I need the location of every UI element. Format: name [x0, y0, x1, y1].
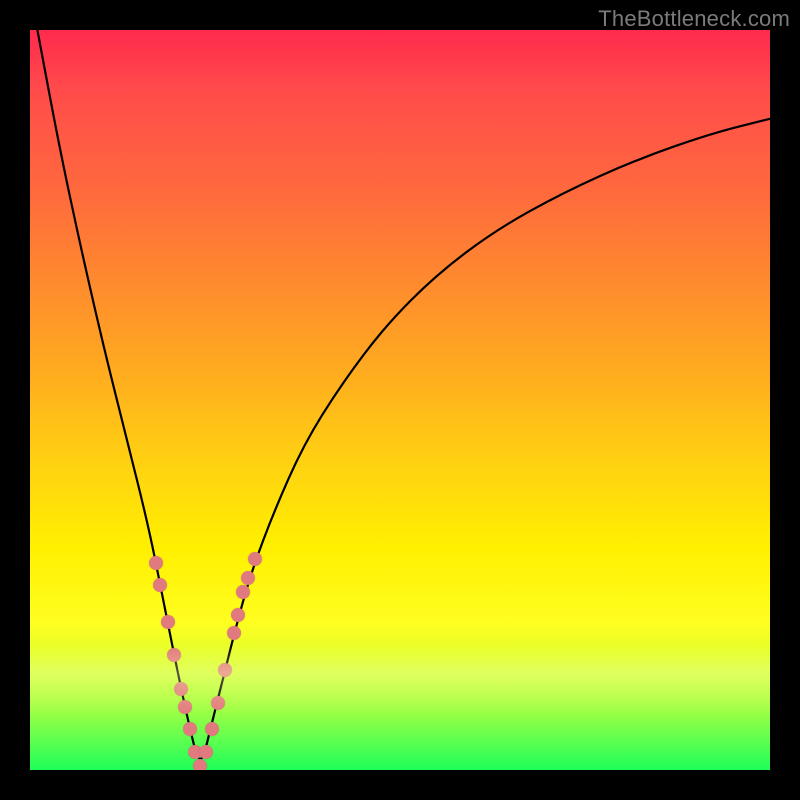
- marker-dot: [167, 648, 181, 662]
- marker-dot: [218, 663, 232, 677]
- watermark-text: TheBottleneck.com: [598, 6, 790, 32]
- marker-dot: [188, 745, 202, 759]
- marker-dot: [248, 552, 262, 566]
- marker-dot: [153, 578, 167, 592]
- marker-dot: [193, 759, 207, 770]
- curve-svg: [30, 30, 770, 770]
- bottleneck-curve: [37, 30, 770, 759]
- marker-dot: [149, 556, 163, 570]
- marker-dot: [236, 585, 250, 599]
- marker-dot: [241, 571, 255, 585]
- marker-dot: [161, 615, 175, 629]
- plot-area: [30, 30, 770, 770]
- chart-frame: TheBottleneck.com: [0, 0, 800, 800]
- marker-dot: [183, 722, 197, 736]
- marker-dot: [227, 626, 241, 640]
- marker-dot: [174, 682, 188, 696]
- marker-dot: [231, 608, 245, 622]
- marker-dot: [199, 745, 213, 759]
- marker-dot: [178, 700, 192, 714]
- marker-dot: [205, 722, 219, 736]
- marker-dot: [211, 696, 225, 710]
